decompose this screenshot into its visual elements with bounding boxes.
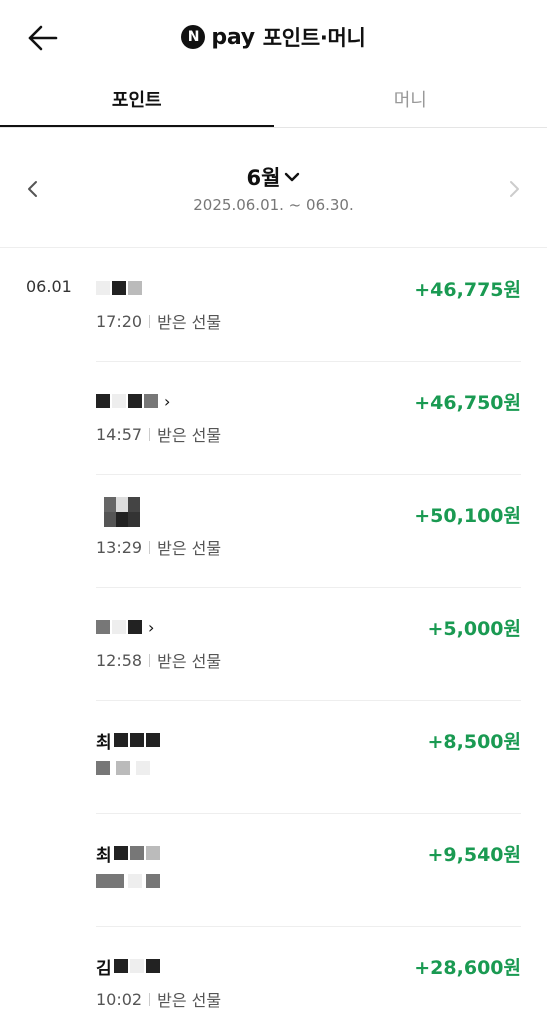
sender-name-redacted: 최 bbox=[96, 842, 160, 866]
chevron-right-icon bbox=[510, 181, 519, 197]
date-label: 06.01 bbox=[26, 277, 72, 296]
transaction-amount: +9,540원 bbox=[427, 844, 522, 866]
transaction-time: 14:57 bbox=[96, 424, 143, 444]
transaction-row[interactable]: 김 10:02 받은 선물 +28,600원 bbox=[0, 927, 547, 1024]
sender-name-redacted: 김 bbox=[96, 955, 160, 979]
pay-wordmark: pay bbox=[211, 24, 255, 50]
transaction-meta: 13:29 받은 선물 bbox=[96, 535, 221, 559]
page-title: N pay 포인트·머니 bbox=[0, 22, 547, 52]
redacted-image bbox=[104, 497, 140, 527]
transaction-list: 06.01 17:20 받은 선물 +46,775원 › 14:57 받은 선물… bbox=[0, 249, 547, 1024]
meta-divider bbox=[149, 427, 151, 441]
transaction-amount: +8,500원 bbox=[427, 731, 522, 753]
transaction-time: 17:20 bbox=[96, 311, 143, 331]
sender-name-redacted: 최 bbox=[96, 729, 160, 753]
month-label: 6월 bbox=[246, 166, 281, 190]
sender-initial: 최 bbox=[96, 732, 112, 753]
transaction-time: 13:29 bbox=[96, 537, 143, 557]
transaction-meta-redacted bbox=[96, 761, 150, 775]
tab-bar: 포인트 머니 bbox=[0, 76, 547, 128]
transaction-meta-redacted bbox=[96, 874, 160, 888]
transaction-time: 10:02 bbox=[96, 989, 143, 1009]
transaction-type: 받은 선물 bbox=[157, 426, 222, 445]
transaction-row[interactable]: 06.01 17:20 받은 선물 +46,775원 bbox=[0, 249, 547, 362]
chevron-down-icon bbox=[285, 172, 300, 182]
meta-divider bbox=[149, 540, 151, 554]
tab-money[interactable]: 머니 bbox=[274, 76, 547, 127]
transaction-meta: 12:58 받은 선물 bbox=[96, 648, 221, 672]
month-selector: 6월 2025.06.01. ~ 06.30. bbox=[0, 128, 547, 248]
meta-divider bbox=[149, 314, 151, 328]
sender-avatar-redacted bbox=[96, 497, 140, 527]
month-date-range: 2025.06.01. ~ 06.30. bbox=[193, 196, 354, 214]
app-header: N pay 포인트·머니 bbox=[0, 0, 547, 76]
transaction-row[interactable]: › 14:57 받은 선물 +46,750원 bbox=[0, 362, 547, 475]
transaction-amount: +46,750원 bbox=[414, 392, 521, 414]
transaction-row[interactable]: 최 +8,500원 bbox=[0, 701, 547, 814]
sender-name-redacted: › bbox=[96, 390, 170, 412]
transaction-type: 받은 선물 bbox=[157, 652, 222, 671]
transaction-amount: +46,775원 bbox=[414, 279, 521, 301]
transaction-time: 12:58 bbox=[96, 650, 143, 670]
next-month-button[interactable] bbox=[503, 178, 525, 200]
transaction-meta: 10:02 받은 선물 bbox=[96, 987, 221, 1011]
transaction-meta: 17:20 받은 선물 bbox=[96, 309, 221, 333]
transaction-amount: +50,100원 bbox=[414, 505, 521, 527]
transaction-row[interactable]: 최 +9,540원 bbox=[0, 814, 547, 927]
sender-initial: 김 bbox=[96, 958, 112, 979]
sender-name-redacted: › bbox=[96, 616, 154, 638]
transaction-row[interactable]: › 12:58 받은 선물 +5,000원 bbox=[0, 588, 547, 701]
month-dropdown[interactable]: 6월 bbox=[0, 162, 547, 192]
npay-logo: N bbox=[181, 25, 206, 49]
transaction-row[interactable]: 13:29 받은 선물 +50,100원 bbox=[0, 475, 547, 588]
transaction-amount: +5,000원 bbox=[427, 618, 522, 640]
chevron-right-icon: › bbox=[148, 617, 155, 637]
transaction-amount: +28,600원 bbox=[414, 957, 521, 979]
sender-name-redacted bbox=[96, 277, 142, 299]
transaction-type: 받은 선물 bbox=[157, 539, 222, 558]
transaction-meta: 14:57 받은 선물 bbox=[96, 422, 221, 446]
chevron-right-icon: › bbox=[164, 391, 171, 411]
page-title-text: 포인트·머니 bbox=[262, 26, 366, 50]
meta-divider bbox=[149, 653, 151, 667]
transaction-type: 받은 선물 bbox=[157, 991, 222, 1010]
meta-divider bbox=[149, 992, 151, 1006]
sender-initial: 최 bbox=[96, 845, 112, 866]
transaction-type: 받은 선물 bbox=[157, 313, 222, 332]
tab-points[interactable]: 포인트 bbox=[0, 76, 274, 127]
